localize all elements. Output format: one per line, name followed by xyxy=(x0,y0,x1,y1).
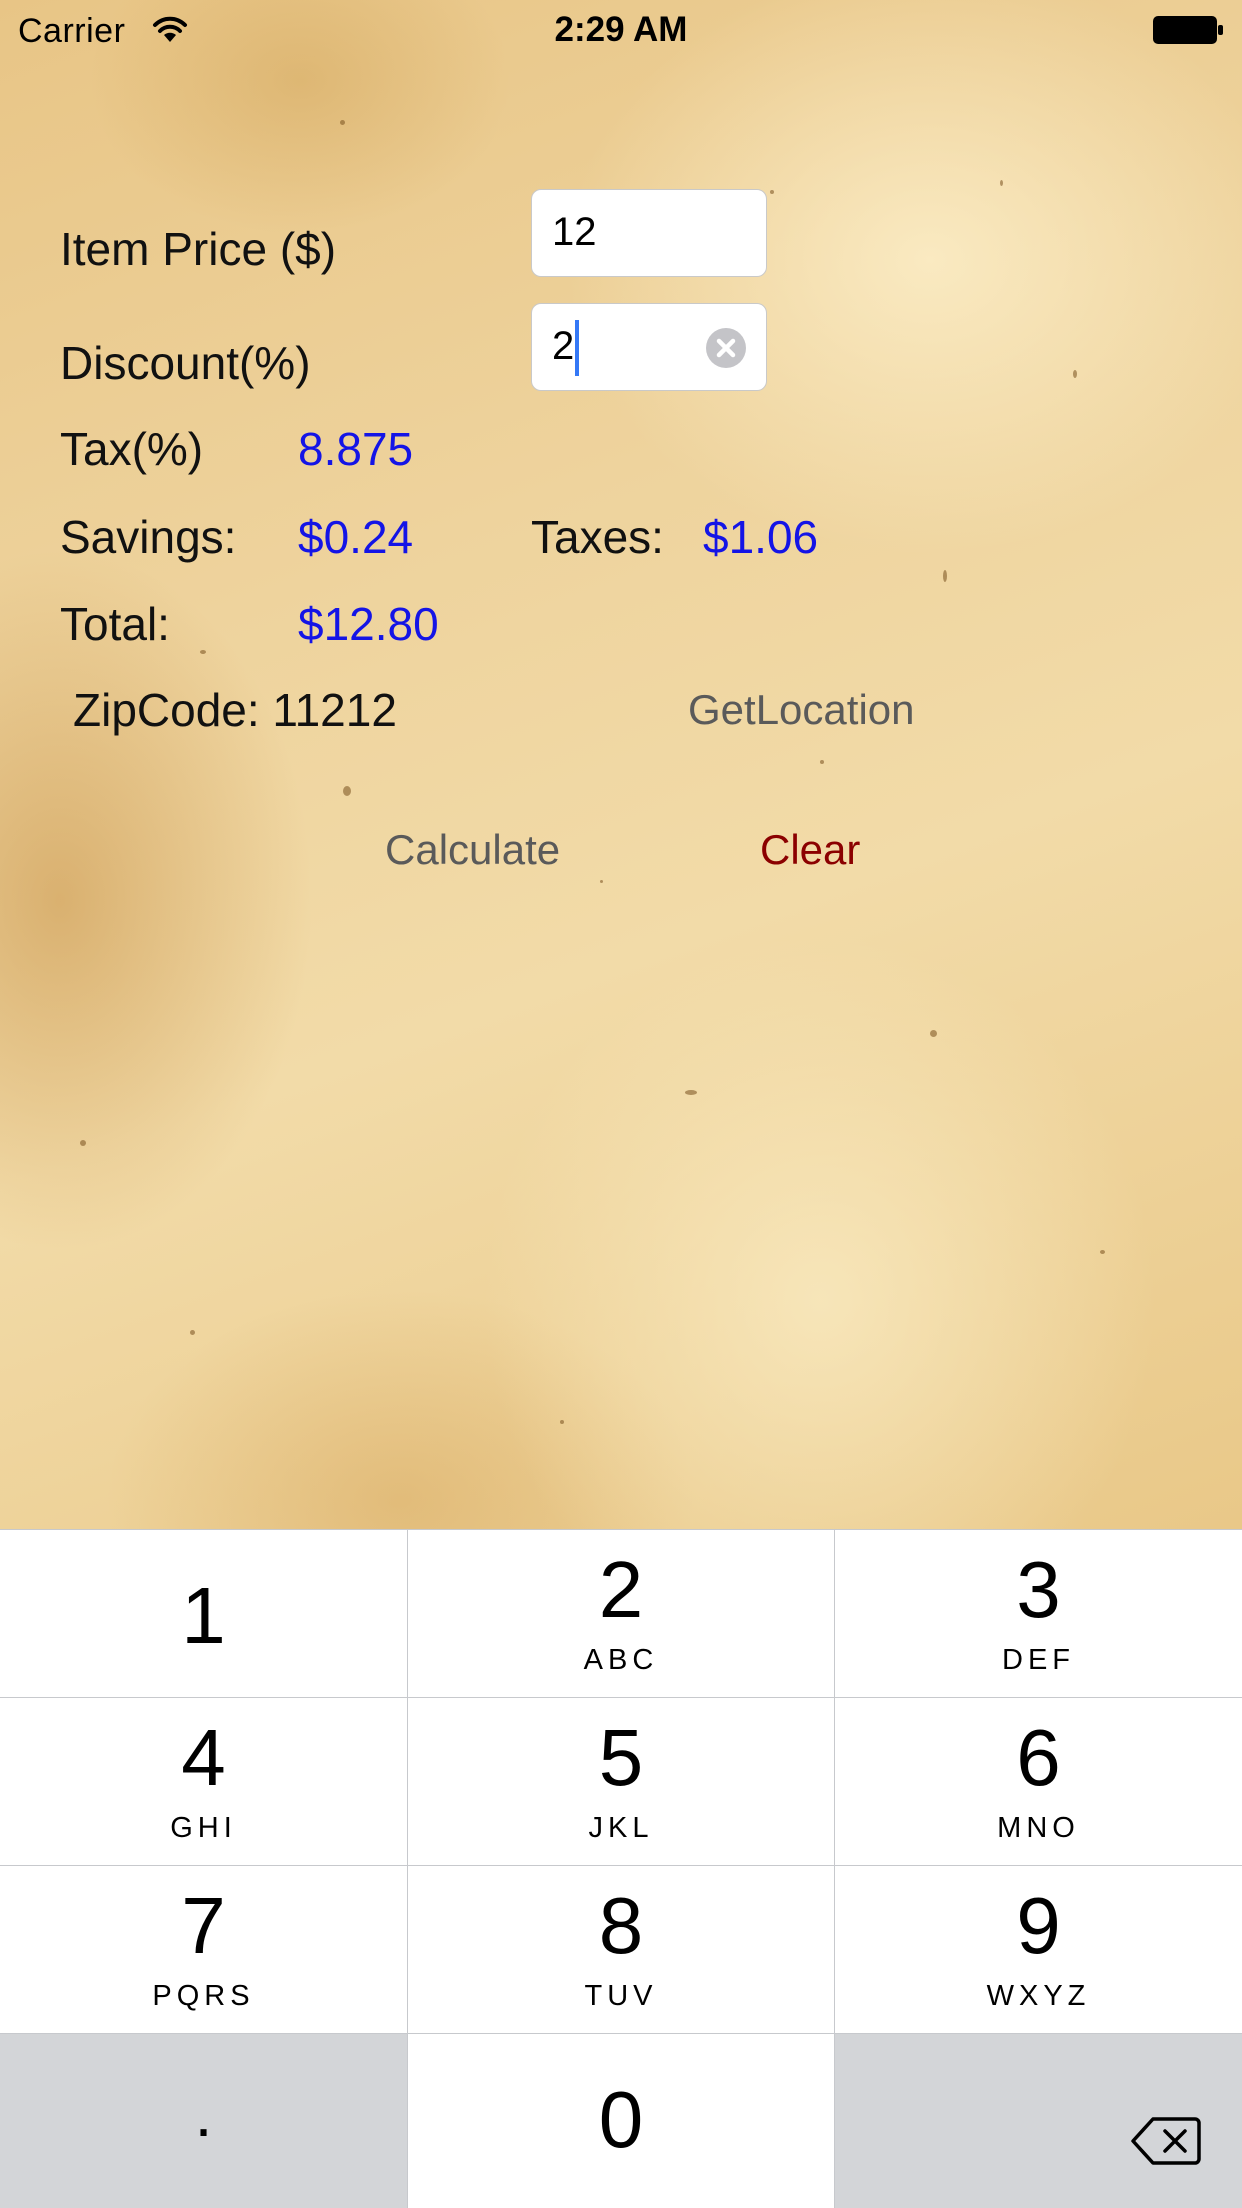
status-bar: Carrier 2:29 AM xyxy=(0,0,1242,60)
key-4-digit: 4 xyxy=(181,1713,226,1802)
key-3-digit: 3 xyxy=(1016,1545,1061,1634)
key-7[interactable]: 7 PQRS xyxy=(0,1866,407,2033)
key-2-letters: ABC xyxy=(583,1644,659,1676)
discount-label: Discount(%) xyxy=(60,337,311,389)
status-time: 2:29 AM xyxy=(554,10,688,49)
tax-value: 8.875 xyxy=(298,423,414,475)
key-decimal[interactable]: . xyxy=(0,2034,407,2208)
key-4-letters: GHI xyxy=(170,1812,237,1844)
item-price-input-value: 12 xyxy=(552,210,597,254)
discount-input-value: 2 xyxy=(552,324,575,368)
key-9-digit: 9 xyxy=(1016,1881,1061,1970)
backspace-icon xyxy=(1131,2117,1201,2165)
key-6-digit: 6 xyxy=(1016,1713,1061,1802)
key-6-letters: MNO xyxy=(997,1812,1080,1844)
key-8-digit: 8 xyxy=(598,1881,644,1970)
key-9-letters: WXYZ xyxy=(986,1980,1091,2012)
numeric-keypad: 1 2 ABC 3 DEF 4 GHI 5 JKL 6 MNO 7 PQRS 8… xyxy=(0,1529,1242,2208)
item-price-label: Item Price ($) xyxy=(60,223,337,275)
key-8[interactable]: 8 TUV xyxy=(408,1866,834,2033)
battery-icon xyxy=(1153,16,1223,44)
clear-text-icon[interactable] xyxy=(706,328,746,368)
key-1-digit: 1 xyxy=(181,1571,226,1660)
discount-input[interactable]: 2 xyxy=(531,303,767,391)
key-7-letters: PQRS xyxy=(152,1980,255,2012)
text-cursor xyxy=(575,320,579,376)
key-3[interactable]: 3 DEF xyxy=(835,1530,1242,1697)
key-6[interactable]: 6 MNO xyxy=(835,1698,1242,1865)
key-5[interactable]: 5 JKL xyxy=(408,1698,834,1865)
key-backspace[interactable] xyxy=(835,2034,1242,2208)
key-2-digit: 2 xyxy=(598,1545,644,1634)
key-0[interactable]: 0 xyxy=(408,2034,834,2208)
clear-button[interactable]: Clear xyxy=(760,826,860,874)
tax-label: Tax(%) xyxy=(60,423,204,475)
key-7-digit: 7 xyxy=(181,1881,226,1970)
key-4[interactable]: 4 GHI xyxy=(0,1698,407,1865)
get-location-button[interactable]: GetLocation xyxy=(688,686,915,734)
taxes-value: $1.06 xyxy=(703,511,819,563)
key-1[interactable]: 1 xyxy=(0,1530,407,1697)
key-0-digit: 0 xyxy=(598,2075,644,2164)
savings-value: $0.24 xyxy=(298,511,414,563)
key-9[interactable]: 9 WXYZ xyxy=(835,1866,1242,2033)
calculate-button[interactable]: Calculate xyxy=(385,826,560,874)
taxes-label: Taxes: xyxy=(531,511,664,563)
key-3-letters: DEF xyxy=(1002,1644,1075,1676)
total-value: $12.80 xyxy=(298,598,439,650)
total-label: Total: xyxy=(60,598,170,650)
key-5-letters: JKL xyxy=(588,1812,654,1844)
key-8-letters: TUV xyxy=(584,1980,658,2012)
key-5-digit: 5 xyxy=(598,1713,644,1802)
zipcode-label: ZipCode: 11212 xyxy=(73,684,397,736)
savings-label: Savings: xyxy=(60,511,237,563)
key-2[interactable]: 2 ABC xyxy=(408,1530,834,1697)
item-price-input[interactable]: 12 xyxy=(531,189,767,277)
key-decimal-label: . xyxy=(194,2078,213,2150)
